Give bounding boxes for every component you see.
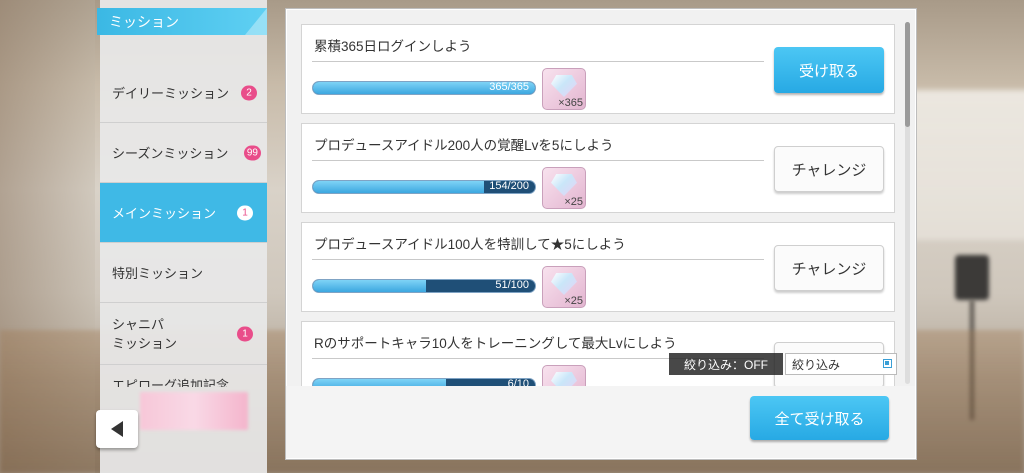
mission-title: Rのサポートキャラ10人をトレーニングして最大Lvにしよう [314,336,677,351]
challenge-button[interactable]: チャレンジ [774,146,884,192]
progress-text: 6/10 [507,378,529,386]
challenge-button[interactable]: チャレンジ [774,245,884,291]
mission-card: プロデュースアイドル100人を特訓して★5にしよう 51/100 ×25 チャレ… [301,222,895,312]
notification-badge: 2 [241,85,257,100]
sidebar-item-label: 特別ミッション [112,266,204,281]
reward-item[interactable]: ×25 [542,266,586,308]
back-arrow-icon [111,421,123,437]
progress-bar: 365/365 [312,81,536,95]
progress-fill [313,379,447,386]
mission-card: プロデュースアイドル200人の覚醒Lvを5にしよう 154/200 ×25 チャ… [301,123,895,213]
sidebar-item-label: デイリーミッション [112,86,230,101]
reward-item[interactable] [542,365,586,386]
mission-title: プロデュースアイドル100人を特訓して★5にしよう [314,237,626,252]
notification-badge: 99 [243,145,261,160]
progress-text: 154/200 [489,180,529,192]
progress-bar: 154/200 [312,180,536,194]
sidebar-item-label-line2: ミッション [112,335,178,351]
sidebar-item-label: シャニパ ミッション [112,315,177,353]
divider [312,259,764,260]
event-banner[interactable] [140,392,248,430]
mission-title: プロデュースアイドル200人の覚醒Lvを5にしよう [314,138,614,153]
sidebar-item-epilogue[interactable]: エピローグ追加記念 [100,365,267,387]
notification-badge: 1 [237,326,253,341]
sidebar-header: ミッション [97,8,267,35]
sidebar-item-special[interactable]: 特別ミッション [100,243,267,303]
mission-card: 累積365日ログインしよう 365/365 ×365 受け取る [301,24,895,114]
sidebar-item-label: メインミッション [112,206,217,221]
sidebar-item-label-line1: シャニパ [112,316,165,332]
sidebar-item-label: エピローグ追加記念 [112,378,230,387]
window-icon [883,359,892,368]
sidebar-item-label: シーズンミッション [112,146,229,161]
background-speaker [955,255,989,300]
reward-item[interactable]: ×25 [542,167,586,209]
progress-text: 51/100 [495,279,529,291]
progress-fill [313,280,427,292]
reward-item[interactable]: ×365 [542,68,586,110]
reward-count: ×365 [558,97,583,109]
progress-text: 365/365 [489,81,529,93]
gem-icon [551,273,577,295]
gem-icon [551,372,577,386]
progress-bar: 51/100 [312,279,536,293]
divider [312,160,764,161]
gem-icon [551,174,577,196]
filter-button-label: 絞り込み [792,357,841,372]
progress-bar: 6/10 [312,378,536,386]
claim-all-button[interactable]: 全て受け取る [750,396,889,440]
mission-title: 累積365日ログインしよう [314,39,472,54]
claim-button[interactable]: 受け取る [774,47,884,93]
mission-list: 累積365日ログインしよう 365/365 ×365 受け取る プロデュースアイ… [301,24,895,386]
back-button[interactable] [96,410,138,448]
progress-fill [313,181,484,193]
gem-icon [551,75,577,97]
divider [312,61,764,62]
notification-badge: 1 [237,205,253,220]
reward-count: ×25 [564,295,583,307]
filter-button[interactable]: 絞り込み [785,353,897,375]
sidebar-item-shanipa[interactable]: シャニパ ミッション 1 [100,303,267,365]
sidebar-item-season[interactable]: シーズンミッション 99 [100,123,267,183]
filter-status: 絞り込み：OFF [669,353,783,375]
sidebar-item-daily[interactable]: デイリーミッション 2 [100,63,267,123]
reward-count: ×25 [564,196,583,208]
scrollbar-thumb[interactable] [905,22,910,127]
sidebar-item-main[interactable]: メインミッション 1 [100,183,267,243]
